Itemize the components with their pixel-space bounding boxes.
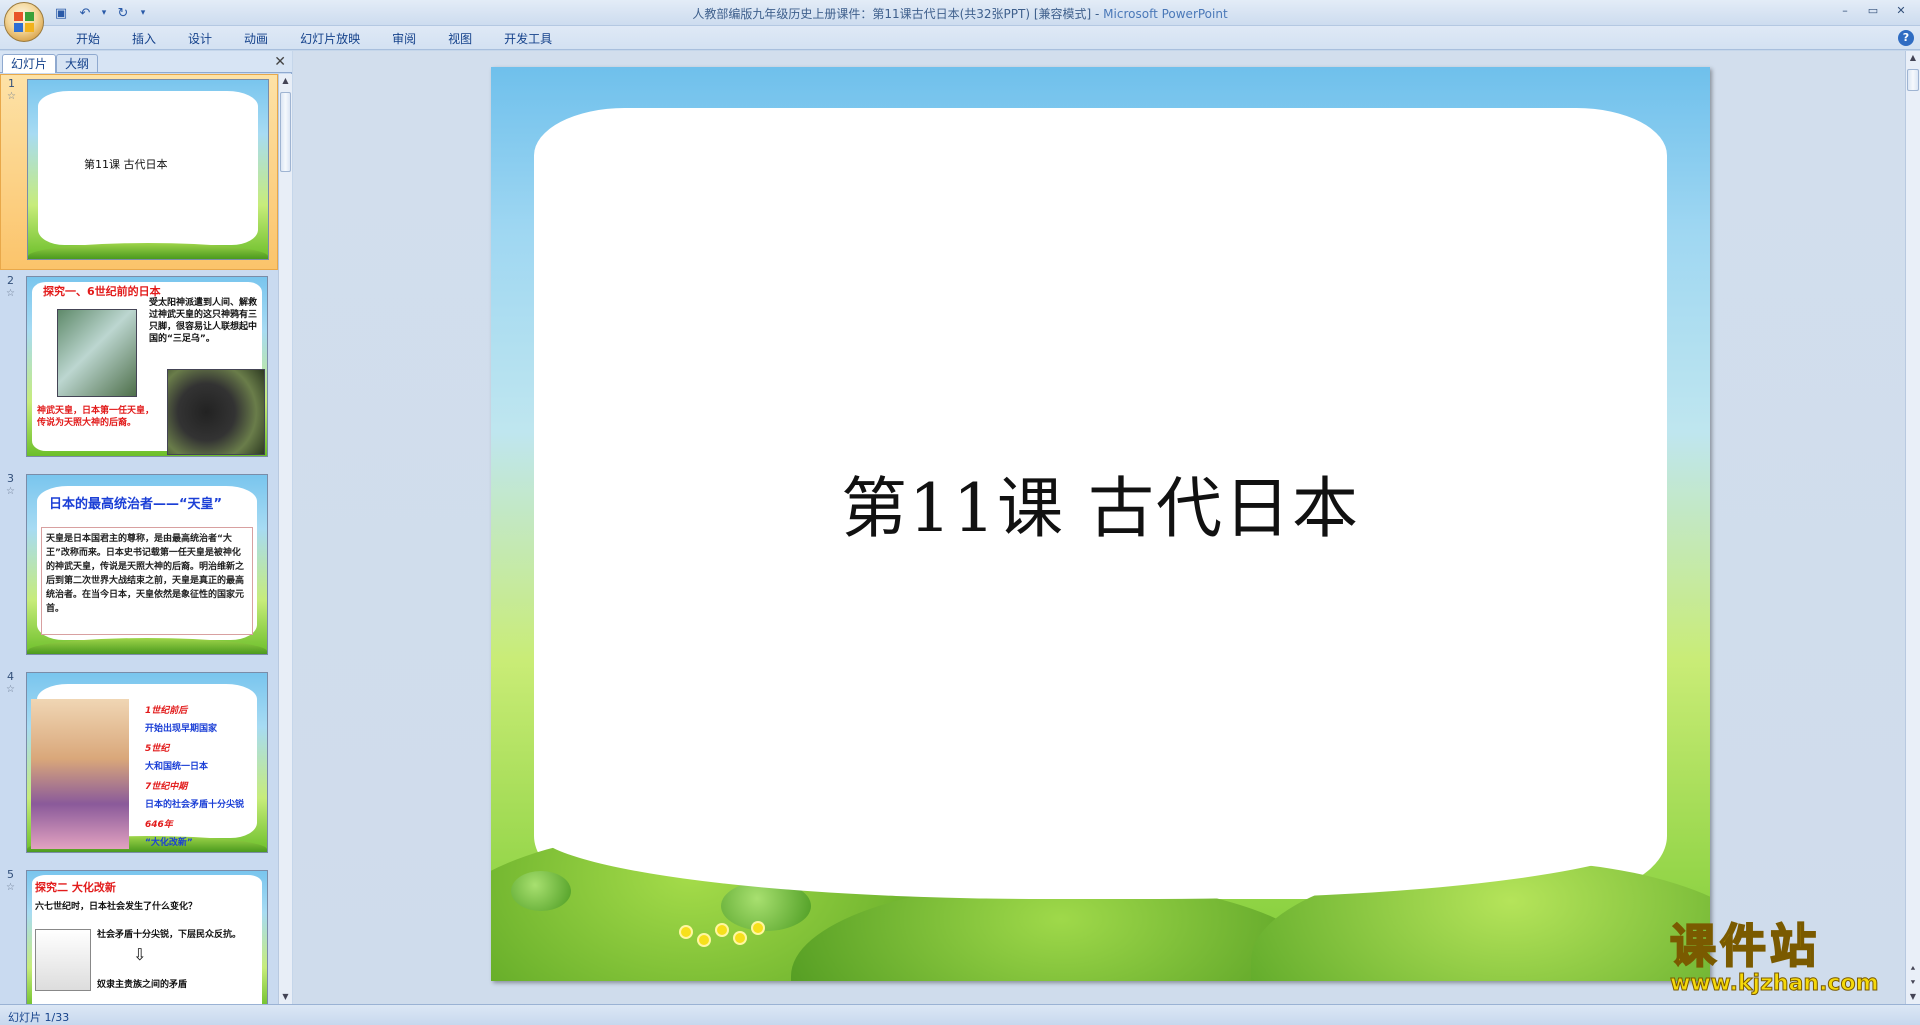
arrow-down-icon: ⇩ (133, 945, 147, 964)
timeline-item: 5世纪 (145, 744, 170, 754)
ribbon-tab-row: 开始 插入 设计 动画 幻灯片放映 审阅 视图 开发工具 ? (0, 26, 1920, 50)
slide-number: 4 (7, 670, 14, 683)
office-logo-icon (14, 12, 34, 32)
slide-number: 1 (8, 77, 15, 90)
animation-star-icon: ☆ (7, 91, 16, 102)
thumb-body: 天皇是日本国君主的尊称，是由最高统治者“大王”改称而来。日本史书记载第一任天皇是… (41, 527, 253, 635)
title-bar: ▣ ↶ ▾ ↻ ▾ 人教部编版九年级历史上册课件：第11课古代日本(共32张PP… (0, 0, 1920, 26)
tab-view[interactable]: 视图 (432, 30, 488, 48)
timeline-item: 646年 (145, 820, 173, 830)
tab-review[interactable]: 审阅 (376, 30, 432, 48)
slide-thumbnail-4[interactable]: 4 ☆ 1世纪前后 开始出现早期国家 5世纪 大和国统一日本 7世纪中期 日本的… (0, 668, 278, 864)
editor-scrollbar[interactable]: ▲ ⯅ ⯆ ▼ (1905, 51, 1920, 1004)
minimize-button[interactable]: – (1832, 2, 1858, 18)
timeline-item: 开始出现早期国家 (145, 724, 218, 734)
scroll-thumb[interactable] (1907, 69, 1919, 91)
timeline-item: “大化改新” (145, 838, 193, 848)
thumb-heading: 探究二 大化改新 (35, 881, 116, 894)
scroll-down-icon[interactable]: ▼ (279, 990, 292, 1004)
thumb-line: 奴隶主贵族之间的矛盾 (97, 980, 188, 990)
thumb-line: 社会矛盾十分尖锐，下层民众反抗。 (97, 930, 242, 940)
close-icon[interactable]: ✕ (274, 54, 286, 70)
timeline-item: 1世纪前后 (145, 706, 188, 716)
tab-developer[interactable]: 开发工具 (488, 30, 568, 48)
slide-counter: 幻灯片 1/33 (8, 1011, 70, 1024)
animation-star-icon: ☆ (6, 882, 15, 893)
office-button[interactable] (4, 2, 44, 42)
flower-decoration (753, 923, 763, 933)
timeline-item: 日本的社会矛盾十分尖锐 (145, 800, 245, 810)
current-slide[interactable]: 第11课 古代日本 (491, 67, 1710, 981)
tab-animations[interactable]: 动画 (228, 30, 284, 48)
animation-star-icon: ☆ (6, 288, 15, 299)
tab-slide-show[interactable]: 幻灯片放映 (284, 30, 376, 48)
status-bar: 幻灯片 1/33 (0, 1004, 1920, 1025)
scroll-thumb[interactable] (280, 92, 291, 172)
thumbnail-scrollbar[interactable]: ▲ ▼ (278, 74, 292, 1004)
crow-photo (167, 369, 265, 455)
slide-thumbnails: 1 ☆ 第11课 古代日本 2 ☆ 探究一、6世纪前的日本 受太阳神派遣到人间、… (0, 74, 278, 1004)
slide-thumbnail-1[interactable]: 1 ☆ 第11课 古代日本 (0, 74, 278, 270)
timeline-item: 大和国统一日本 (145, 762, 209, 772)
illustration (35, 929, 91, 991)
geisha-painting (31, 699, 129, 849)
flower-decoration (735, 933, 745, 943)
pane-tabs: 幻灯片 大纲 ✕ (0, 51, 292, 73)
help-icon[interactable]: ? (1898, 30, 1914, 46)
flower-decoration (699, 935, 709, 945)
slide-title[interactable]: 第11课 古代日本 (491, 455, 1710, 551)
thumb-caption: 神武天皇，日本第一任天皇，传说为天照大神的后裔。 (37, 406, 155, 428)
slide-thumbnail-3[interactable]: 3 ☆ 日本的最高统治者——“天皇” 天皇是日本国君主的尊称，是由最高统治者“大… (0, 470, 278, 666)
slide-number: 3 (7, 472, 14, 485)
app-name: Microsoft PowerPoint (1103, 7, 1228, 21)
watermark-brand: 课件站 (1669, 919, 1820, 973)
scroll-up-icon[interactable]: ▲ (279, 74, 292, 88)
animation-star-icon: ☆ (6, 486, 15, 497)
close-button[interactable]: ✕ (1888, 2, 1914, 18)
bush-decoration (511, 871, 571, 911)
slide-preview: 探究二 大化改新 六七世纪时，日本社会发生了什么变化？ 社会矛盾十分尖锐，下层民… (26, 870, 268, 1004)
slide-preview: 日本的最高统治者——“天皇” 天皇是日本国君主的尊称，是由最高统治者“大王”改称… (26, 474, 268, 655)
watermark: 课件站 www.kjzhan.com (1669, 919, 1910, 1000)
tab-insert[interactable]: 插入 (116, 30, 172, 48)
thumb-title: 第11课 古代日本 (84, 158, 168, 171)
timeline-item: 7世纪中期 (145, 782, 188, 792)
thumb-heading: 日本的最高统治者——“天皇” (49, 497, 223, 512)
slide-thumbnail-2[interactable]: 2 ☆ 探究一、6世纪前的日本 受太阳神派遣到人间、解救过神武天皇的这只神鸦有三… (0, 272, 278, 468)
slide-thumbnail-5[interactable]: 5 ☆ 探究二 大化改新 六七世纪时，日本社会发生了什么变化？ 社会矛盾十分尖锐… (0, 866, 278, 1004)
slide-preview: 1世纪前后 开始出现早期国家 5世纪 大和国统一日本 7世纪中期 日本的社会矛盾… (26, 672, 268, 853)
flower-decoration (717, 925, 727, 935)
window-title: 人教部编版九年级历史上册课件：第11课古代日本(共32张PPT) [兼容模式] … (692, 7, 1228, 21)
tab-slides[interactable]: 幻灯片 (2, 54, 57, 73)
window-controls: – ▭ ✕ (1832, 2, 1914, 18)
flower-decoration (681, 927, 691, 937)
thumb-heading: 探究一、6世纪前的日本 (43, 285, 161, 298)
tab-outline[interactable]: 大纲 (56, 54, 99, 73)
thumb-question: 六七世纪时，日本社会发生了什么变化？ (35, 902, 198, 912)
maximize-button[interactable]: ▭ (1860, 2, 1886, 18)
slide-number: 5 (7, 868, 14, 881)
scroll-up-icon[interactable]: ▲ (1906, 51, 1920, 65)
tab-design[interactable]: 设计 (172, 30, 228, 48)
slide-preview: 第11课 古代日本 (27, 79, 269, 260)
tab-home[interactable]: 开始 (60, 30, 116, 48)
slide-number: 2 (7, 274, 14, 287)
watermark-url: www.kjzhan.com (1670, 971, 1880, 996)
shenwu-photo (57, 309, 137, 397)
animation-star-icon: ☆ (6, 684, 15, 695)
slides-pane: 幻灯片 大纲 ✕ 1 ☆ 第11课 古代日本 2 ☆ 探究一、6世纪前的日本 受… (0, 51, 292, 1004)
ribbon-tabs: 开始 插入 设计 动画 幻灯片放映 审阅 视图 开发工具 (60, 30, 568, 48)
slide-preview: 探究一、6世纪前的日本 受太阳神派遣到人间、解救过神武天皇的这只神鸦有三只脚，很… (26, 276, 268, 457)
document-title: 人教部编版九年级历史上册课件：第11课古代日本(共32张PPT) [兼容模式] (692, 7, 1092, 21)
thumb-body: 受太阳神派遣到人间、解救过神武天皇的这只神鸦有三只脚，很容易让人联想起中国的“三… (149, 298, 258, 344)
